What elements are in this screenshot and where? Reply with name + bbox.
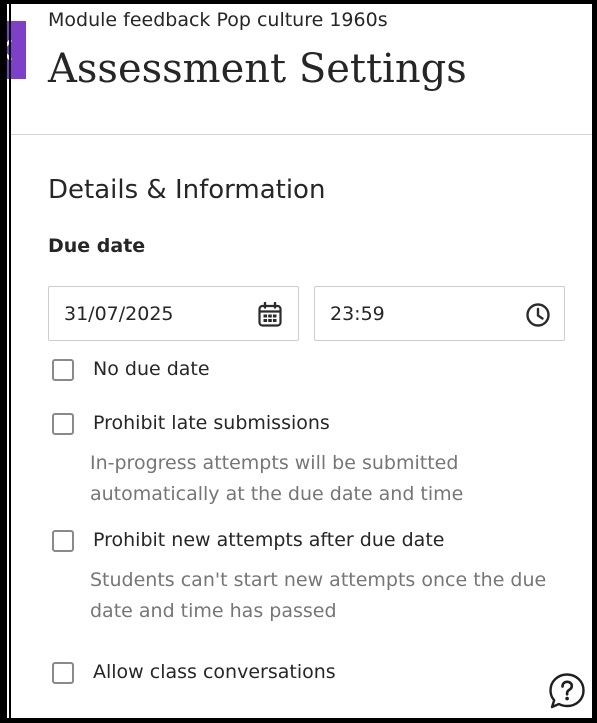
course-title: Module feedback Pop culture 1960s xyxy=(48,9,388,31)
help-button[interactable] xyxy=(548,672,586,710)
no-due-date-checkbox[interactable] xyxy=(52,359,74,381)
prohibit-new-attempts-description: Students can't start new attempts once t… xyxy=(90,569,547,622)
header-divider xyxy=(11,134,592,135)
prohibit-new-attempts-label[interactable]: Prohibit new attempts after due date xyxy=(93,529,444,551)
prohibit-late-submissions-label[interactable]: Prohibit late submissions xyxy=(93,412,330,434)
due-date-value: 31/07/2025 xyxy=(64,303,174,325)
allow-class-conversations-label[interactable]: Allow class conversations xyxy=(93,661,336,683)
allow-class-conversations-checkbox[interactable] xyxy=(52,662,74,684)
chevron-left-icon xyxy=(0,39,12,61)
frame-inner-line xyxy=(9,4,11,718)
clock-icon[interactable] xyxy=(525,302,551,328)
section-title: Details & Information xyxy=(48,175,326,205)
no-due-date-label[interactable]: No due date xyxy=(93,358,210,380)
calendar-icon[interactable] xyxy=(257,302,283,328)
prohibit-new-attempts-checkbox[interactable] xyxy=(52,530,74,552)
back-button[interactable] xyxy=(0,21,26,79)
prohibit-late-submissions-description: In-progress attempts will be submitted a… xyxy=(90,452,464,505)
prohibit-late-submissions-checkbox[interactable] xyxy=(52,413,74,435)
help-icon xyxy=(549,673,585,709)
due-date-label: Due date xyxy=(48,235,146,257)
due-date-input[interactable]: 31/07/2025 xyxy=(48,286,299,341)
page-title: Assessment Settings xyxy=(48,46,467,92)
due-time-input[interactable]: 23:59 xyxy=(314,286,565,341)
due-time-value: 23:59 xyxy=(330,303,385,325)
